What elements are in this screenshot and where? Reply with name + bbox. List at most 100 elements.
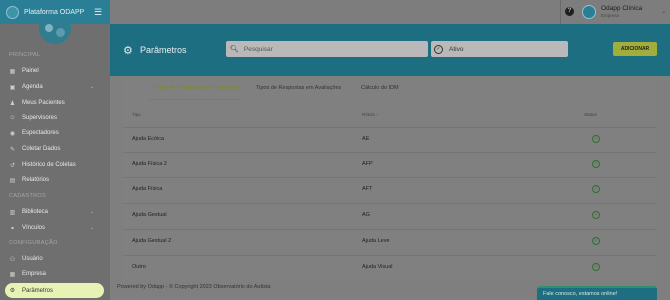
- table-row[interactable]: Ajuda Gestual 2 Ajuda Leve ✓: [123, 229, 657, 254]
- active-tab-indicator: [148, 99, 242, 100]
- sidebar-item-painel[interactable]: ▦ Painel: [0, 64, 106, 78]
- sidebar-item-usuario[interactable]: ⚇ Usuário: [0, 252, 106, 266]
- history-icon: ↺: [9, 162, 16, 169]
- footer-text: Powered by Odapp - © Copyright 2023 Obse…: [117, 284, 271, 290]
- section-principal: PRINCIPAL: [9, 52, 41, 58]
- page-title: Parâmetros: [140, 45, 187, 55]
- dashboard-icon: ▦: [9, 68, 16, 75]
- cell-rotulo: AFP: [362, 161, 373, 167]
- company-icon: ▦: [9, 271, 16, 278]
- sidebar-item-label: Histórico de Coletas: [22, 162, 76, 168]
- sidebar-item-parametros[interactable]: ⚙ Parâmetros: [5, 283, 104, 298]
- chevron-down-icon: ⌄: [89, 209, 94, 215]
- hamburger-menu-icon[interactable]: ☰: [92, 7, 104, 18]
- sidebar-item-label: Coletar Dados: [22, 146, 61, 152]
- check-circle-icon: ✓: [592, 263, 600, 271]
- report-icon: ▤: [9, 177, 16, 184]
- table-row[interactable]: Ajuda Gestual AG ✓: [123, 203, 657, 228]
- sidebar-item-label: Painel: [22, 68, 39, 74]
- table-row[interactable]: Ajuda Física AFT ✓: [123, 177, 657, 202]
- cell-tipo: Ajuda Física: [132, 186, 163, 192]
- table-row[interactable]: Ajuda Ecóica AE ✓: [123, 127, 657, 152]
- search-placeholder: Pesquisar: [243, 45, 273, 53]
- cell-rotulo: AG: [362, 212, 370, 218]
- library-icon: ▥: [9, 209, 16, 216]
- eye-icon: ◉: [9, 130, 16, 137]
- sort-arrow-up-icon: ↑: [376, 112, 379, 117]
- sidebar-item-label: Empresa: [22, 271, 47, 277]
- sidebar-item-label: Supervisores: [22, 115, 58, 121]
- column-header-tipo[interactable]: Tipo: [132, 112, 141, 117]
- sidebar-item-coletar-dados[interactable]: ✎ Coletar Dados: [0, 142, 106, 156]
- cell-tipo: Outro: [132, 264, 146, 270]
- user-role: Empresa: [601, 13, 620, 18]
- table-header: Tipo Rótulo ↑ Status: [123, 108, 657, 122]
- sidebar-item-espectadores[interactable]: ◉ Espectadores: [0, 126, 106, 140]
- sidebar-item-label: Espectadores: [22, 130, 59, 136]
- avatar: [582, 5, 596, 19]
- cell-tipo: Ajuda Ecóica: [132, 136, 165, 142]
- sidebar-avatar: [39, 22, 71, 44]
- pencil-icon: ✎: [9, 146, 16, 153]
- sidebar-item-label: Biblioteca: [22, 209, 49, 215]
- sidebar-item-label: Relatórios: [22, 177, 50, 183]
- cell-rotulo: AFT: [362, 186, 373, 192]
- calendar-icon: ▣: [9, 84, 16, 91]
- cell-tipo: Ajuda Gestual: [132, 212, 167, 218]
- check-circle-icon: ✓: [592, 135, 600, 143]
- gear-icon: ⚙: [123, 45, 133, 57]
- sidebar-item-supervisores[interactable]: ☺ Supervisores: [0, 111, 106, 125]
- cell-tipo: Ajuda Física 2: [132, 161, 167, 167]
- section-cadastros: CADASTROS: [9, 193, 46, 199]
- cell-rotulo: Ajuda Visual: [362, 264, 393, 270]
- tab-calculo-idm[interactable]: Cálculo do IDM: [361, 85, 399, 91]
- add-button[interactable]: ADICIONAR: [613, 42, 657, 56]
- cell-rotulo: AE: [362, 136, 370, 142]
- sidebar-item-meus-pacientes[interactable]: ♟ Meus Pacientes: [0, 96, 106, 110]
- search-icon: 🔍︎: [230, 46, 239, 53]
- tab-respostas-avaliacoes[interactable]: Tipos de Respostas em Avaliações: [256, 85, 341, 91]
- user-menu[interactable]: Odapp Clínica Empresa ⌄: [560, 0, 670, 24]
- sidebar-item-agenda[interactable]: ▣ Agenda ⌄: [0, 80, 106, 94]
- section-configuracao: CONFIGURAÇÃO: [9, 240, 58, 246]
- check-circle-icon: ✓: [434, 44, 443, 54]
- column-header-rotulo[interactable]: Rótulo ↑: [362, 112, 379, 117]
- sidebar-item-label: Vínculos: [22, 225, 46, 231]
- user-name: Odapp Clínica: [601, 5, 643, 12]
- search-input[interactable]: 🔍︎ Pesquisar: [226, 41, 428, 57]
- top-bar: ? Odapp Clínica Empresa ⌄: [110, 0, 670, 24]
- gear-icon: ⚙: [9, 288, 16, 294]
- table-row[interactable]: Outro Ajuda Visual ✓: [123, 255, 657, 280]
- sidebar: Plataforma ODAPP ☰ PRINCIPAL ▦ Painel ▣ Ag…: [0, 0, 110, 300]
- tabs: Tipos de Respostas em Programas Tipos de…: [123, 77, 657, 101]
- sidebar-item-label: Meus Pacientes: [22, 100, 65, 106]
- status-filter-value: Ativo: [449, 45, 464, 53]
- check-circle-icon: ✓: [592, 160, 600, 168]
- logo-icon: [6, 5, 19, 19]
- check-circle-icon: ✓: [592, 185, 600, 193]
- app-title: Plataforma ODAPP: [24, 8, 85, 16]
- chevron-down-icon: ⌄: [89, 84, 94, 90]
- sidebar-header: Plataforma ODAPP ☰: [0, 0, 110, 24]
- check-circle-icon: ✓: [592, 211, 600, 219]
- people-icon: ♟: [9, 100, 16, 107]
- user-icon: ⚇: [9, 256, 16, 263]
- sidebar-item-relatorios[interactable]: ▤ Relatórios: [0, 173, 106, 187]
- link-icon: ⚭: [9, 225, 16, 232]
- sidebar-item-vinculos[interactable]: ⚭ Vínculos ⌄: [0, 221, 106, 235]
- supervisor-icon: ☺: [9, 115, 16, 121]
- column-header-status: Status: [584, 112, 597, 117]
- check-circle-icon: ✓: [592, 237, 600, 245]
- sidebar-item-label: Usuário: [22, 256, 43, 262]
- column-header-rotulo-label: Rótulo: [362, 112, 376, 117]
- tab-respostas-programas[interactable]: Tipos de Respostas em Programas: [154, 85, 240, 91]
- table-row[interactable]: Ajuda Física 2 AFP ✓: [123, 152, 657, 177]
- sidebar-item-empresa[interactable]: ▦ Empresa: [0, 267, 106, 281]
- cell-rotulo: Ajuda Leve: [362, 238, 390, 244]
- cell-tipo: Ajuda Gestual 2: [132, 238, 172, 244]
- sidebar-item-historico-coletas[interactable]: ↺ Histórico de Coletas: [0, 158, 106, 172]
- sidebar-item-biblioteca[interactable]: ▥ Biblioteca ⌄: [0, 205, 106, 219]
- page-header: ⚙ Parâmetros 🔍︎ Pesquisar ✓ Ativo ADICIO…: [110, 24, 670, 76]
- status-filter-select[interactable]: ✓ Ativo: [431, 41, 568, 57]
- chat-widget[interactable]: Fale conosco, estamos online!: [537, 286, 657, 300]
